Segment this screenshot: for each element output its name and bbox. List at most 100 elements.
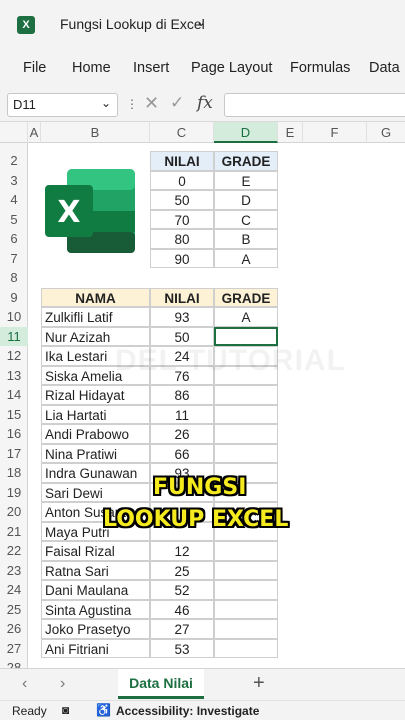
grade-table-cell[interactable]: 0 bbox=[150, 170, 214, 190]
column-header-a[interactable]: A bbox=[28, 122, 41, 143]
row-header-26[interactable]: 26 bbox=[0, 619, 28, 639]
student-table-cell[interactable] bbox=[214, 580, 278, 600]
document-title[interactable]: Fungsi Lookup di Excel bbox=[60, 16, 205, 32]
row-header-20[interactable]: 20 bbox=[0, 502, 28, 522]
row-header-27[interactable]: 27 bbox=[0, 639, 28, 659]
row-header-12[interactable]: 12 bbox=[0, 346, 28, 366]
column-header-c[interactable]: C bbox=[150, 122, 214, 143]
student-table-cell[interactable]: 52 bbox=[150, 580, 214, 600]
tab-home[interactable]: Home bbox=[72, 60, 111, 76]
row-header-16[interactable]: 16 bbox=[0, 424, 28, 444]
student-table-cell[interactable]: 25 bbox=[150, 560, 214, 580]
student-table-cell[interactable]: Dani Maulana bbox=[41, 580, 150, 600]
row-header-11[interactable]: 11 bbox=[0, 326, 28, 346]
row-header-10[interactable]: 10 bbox=[0, 307, 28, 327]
column-header-e[interactable]: E bbox=[278, 122, 303, 143]
name-box[interactable]: D11 ⌄ bbox=[7, 93, 118, 117]
camera-icon[interactable]: ◙ bbox=[62, 703, 69, 717]
tab-page-layout[interactable]: Page Layout bbox=[191, 60, 272, 76]
scroll-right-icon[interactable]: › bbox=[60, 675, 65, 693]
excel-logo-image[interactable]: X bbox=[45, 169, 137, 253]
row-header-21[interactable]: 21 bbox=[0, 522, 28, 542]
add-sheet-button[interactable]: + bbox=[253, 672, 265, 695]
chevron-down-icon[interactable]: ⌄ bbox=[101, 96, 111, 110]
student-table-cell[interactable] bbox=[214, 541, 278, 561]
student-table-cell[interactable]: Indra Gunawan bbox=[41, 463, 150, 483]
function-icon[interactable]: fx bbox=[197, 93, 213, 113]
tab-file[interactable]: File bbox=[23, 60, 46, 76]
grade-table-cell[interactable]: 70 bbox=[150, 209, 214, 229]
student-table-cell[interactable]: Sari Dewi bbox=[41, 482, 150, 502]
grade-table-cell[interactable]: 90 bbox=[150, 248, 214, 268]
student-table-cell[interactable]: Ratna Sari bbox=[41, 560, 150, 580]
row-header-18[interactable]: 18 bbox=[0, 463, 28, 483]
grade-table-cell[interactable]: C bbox=[214, 209, 278, 229]
column-header-g[interactable]: G bbox=[367, 122, 405, 143]
student-table-header[interactable]: NAMA bbox=[41, 287, 150, 307]
student-table-cell[interactable]: 93 bbox=[150, 307, 214, 327]
grade-table-header[interactable]: GRADE bbox=[214, 151, 278, 171]
formula-input[interactable] bbox=[224, 93, 405, 117]
row-header-23[interactable]: 23 bbox=[0, 561, 28, 581]
row-header-14[interactable]: 14 bbox=[0, 385, 28, 405]
row-header-13[interactable]: 13 bbox=[0, 366, 28, 386]
student-table-cell[interactable]: Rizal Hidayat bbox=[41, 385, 150, 405]
row-header-22[interactable]: 22 bbox=[0, 541, 28, 561]
row-header-3[interactable]: 3 bbox=[0, 171, 28, 191]
cancel-icon[interactable]: ✕ bbox=[144, 93, 159, 114]
student-table-cell[interactable]: Joko Prasetyo bbox=[41, 619, 150, 639]
student-table-cell[interactable]: 11 bbox=[150, 404, 214, 424]
student-table-header[interactable]: GRADE bbox=[214, 287, 278, 307]
student-table-cell[interactable]: 66 bbox=[150, 443, 214, 463]
student-table-cell[interactable]: Ani Fitriani bbox=[41, 638, 150, 658]
grade-table-cell[interactable]: A bbox=[214, 248, 278, 268]
student-table-cell[interactable]: Lia Hartati bbox=[41, 404, 150, 424]
row-header-17[interactable]: 17 bbox=[0, 444, 28, 464]
student-table-cell[interactable] bbox=[214, 638, 278, 658]
student-table-cell[interactable] bbox=[214, 385, 278, 405]
student-table-cell[interactable] bbox=[214, 599, 278, 619]
grade-table-cell[interactable]: D bbox=[214, 190, 278, 210]
student-table-cell[interactable]: 26 bbox=[150, 424, 214, 444]
student-table-cell[interactable]: 46 bbox=[150, 599, 214, 619]
select-all-corner[interactable] bbox=[0, 122, 28, 143]
row-header-4[interactable]: 4 bbox=[0, 190, 28, 210]
student-table-cell[interactable]: Andi Prabowo bbox=[41, 424, 150, 444]
student-table-cell[interactable]: 53 bbox=[150, 638, 214, 658]
check-icon[interactable]: ✓ bbox=[170, 93, 184, 113]
column-header-f[interactable]: F bbox=[303, 122, 367, 143]
grade-table-header[interactable]: NILAI bbox=[150, 151, 214, 171]
column-header-b[interactable]: B bbox=[41, 122, 150, 143]
student-table-cell[interactable]: Nina Pratiwi bbox=[41, 443, 150, 463]
student-table-cell[interactable]: 27 bbox=[150, 619, 214, 639]
student-table-cell[interactable]: 86 bbox=[150, 385, 214, 405]
row-header-7[interactable]: 7 bbox=[0, 249, 28, 269]
student-table-cell[interactable] bbox=[214, 560, 278, 580]
sheet-tab-data-nilai[interactable]: Data Nilai bbox=[118, 669, 204, 699]
student-table-cell[interactable]: 12 bbox=[150, 541, 214, 561]
accessibility-status[interactable]: Accessibility: Investigate bbox=[116, 704, 259, 718]
tab-data[interactable]: Data bbox=[369, 60, 400, 76]
column-header-d[interactable]: D bbox=[214, 122, 278, 143]
student-table-cell[interactable]: A bbox=[214, 307, 278, 327]
row-header-8[interactable]: 8 bbox=[0, 268, 28, 288]
grade-table-cell[interactable]: B bbox=[214, 229, 278, 249]
row-header-6[interactable]: 6 bbox=[0, 229, 28, 249]
row-header-5[interactable]: 5 bbox=[0, 210, 28, 230]
student-table-cell[interactable] bbox=[214, 619, 278, 639]
student-table-cell[interactable]: Zulkifli Latif bbox=[41, 307, 150, 327]
student-table-cell[interactable] bbox=[214, 443, 278, 463]
student-table-cell[interactable] bbox=[214, 424, 278, 444]
tab-formulas[interactable]: Formulas bbox=[290, 60, 350, 76]
accessibility-icon[interactable]: ♿ bbox=[96, 703, 111, 717]
row-header-25[interactable]: 25 bbox=[0, 600, 28, 620]
student-table-cell[interactable] bbox=[214, 404, 278, 424]
scroll-left-icon[interactable]: ‹ bbox=[22, 675, 27, 693]
row-header-15[interactable]: 15 bbox=[0, 405, 28, 425]
row-header-19[interactable]: 19 bbox=[0, 483, 28, 503]
row-header-2[interactable]: 2 bbox=[0, 151, 28, 171]
row-header-9[interactable]: 9 bbox=[0, 288, 28, 308]
student-table-cell[interactable]: Faisal Rizal bbox=[41, 541, 150, 561]
student-table-header[interactable]: NILAI bbox=[150, 287, 214, 307]
student-table-cell[interactable]: Sinta Agustina bbox=[41, 599, 150, 619]
